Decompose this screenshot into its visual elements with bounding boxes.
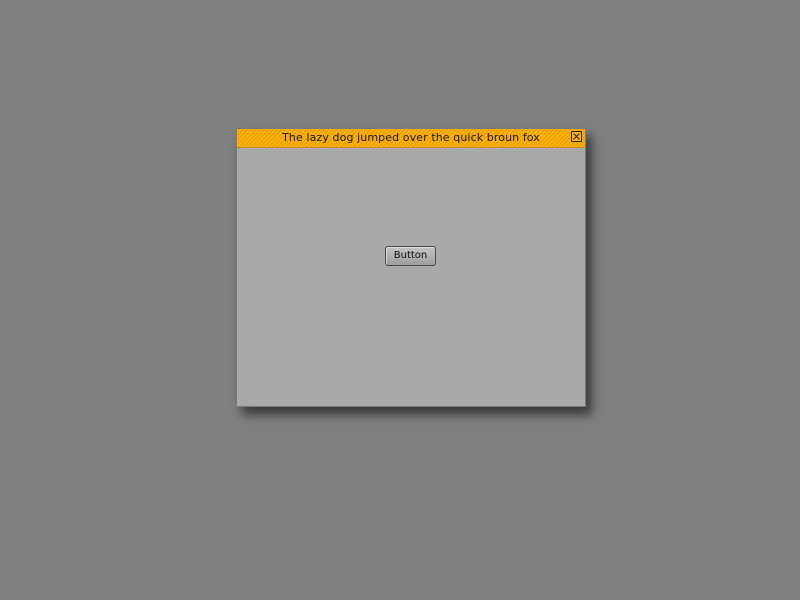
close-button[interactable]	[571, 131, 582, 142]
window-titlebar[interactable]: The lazy dog jumped over the quick broun…	[237, 129, 585, 148]
dialog-window: The lazy dog jumped over the quick broun…	[236, 128, 586, 407]
main-button[interactable]: Button	[385, 246, 436, 266]
close-icon	[573, 133, 580, 140]
window-title: The lazy dog jumped over the quick broun…	[282, 131, 540, 144]
window-client-area: Button	[237, 148, 585, 406]
